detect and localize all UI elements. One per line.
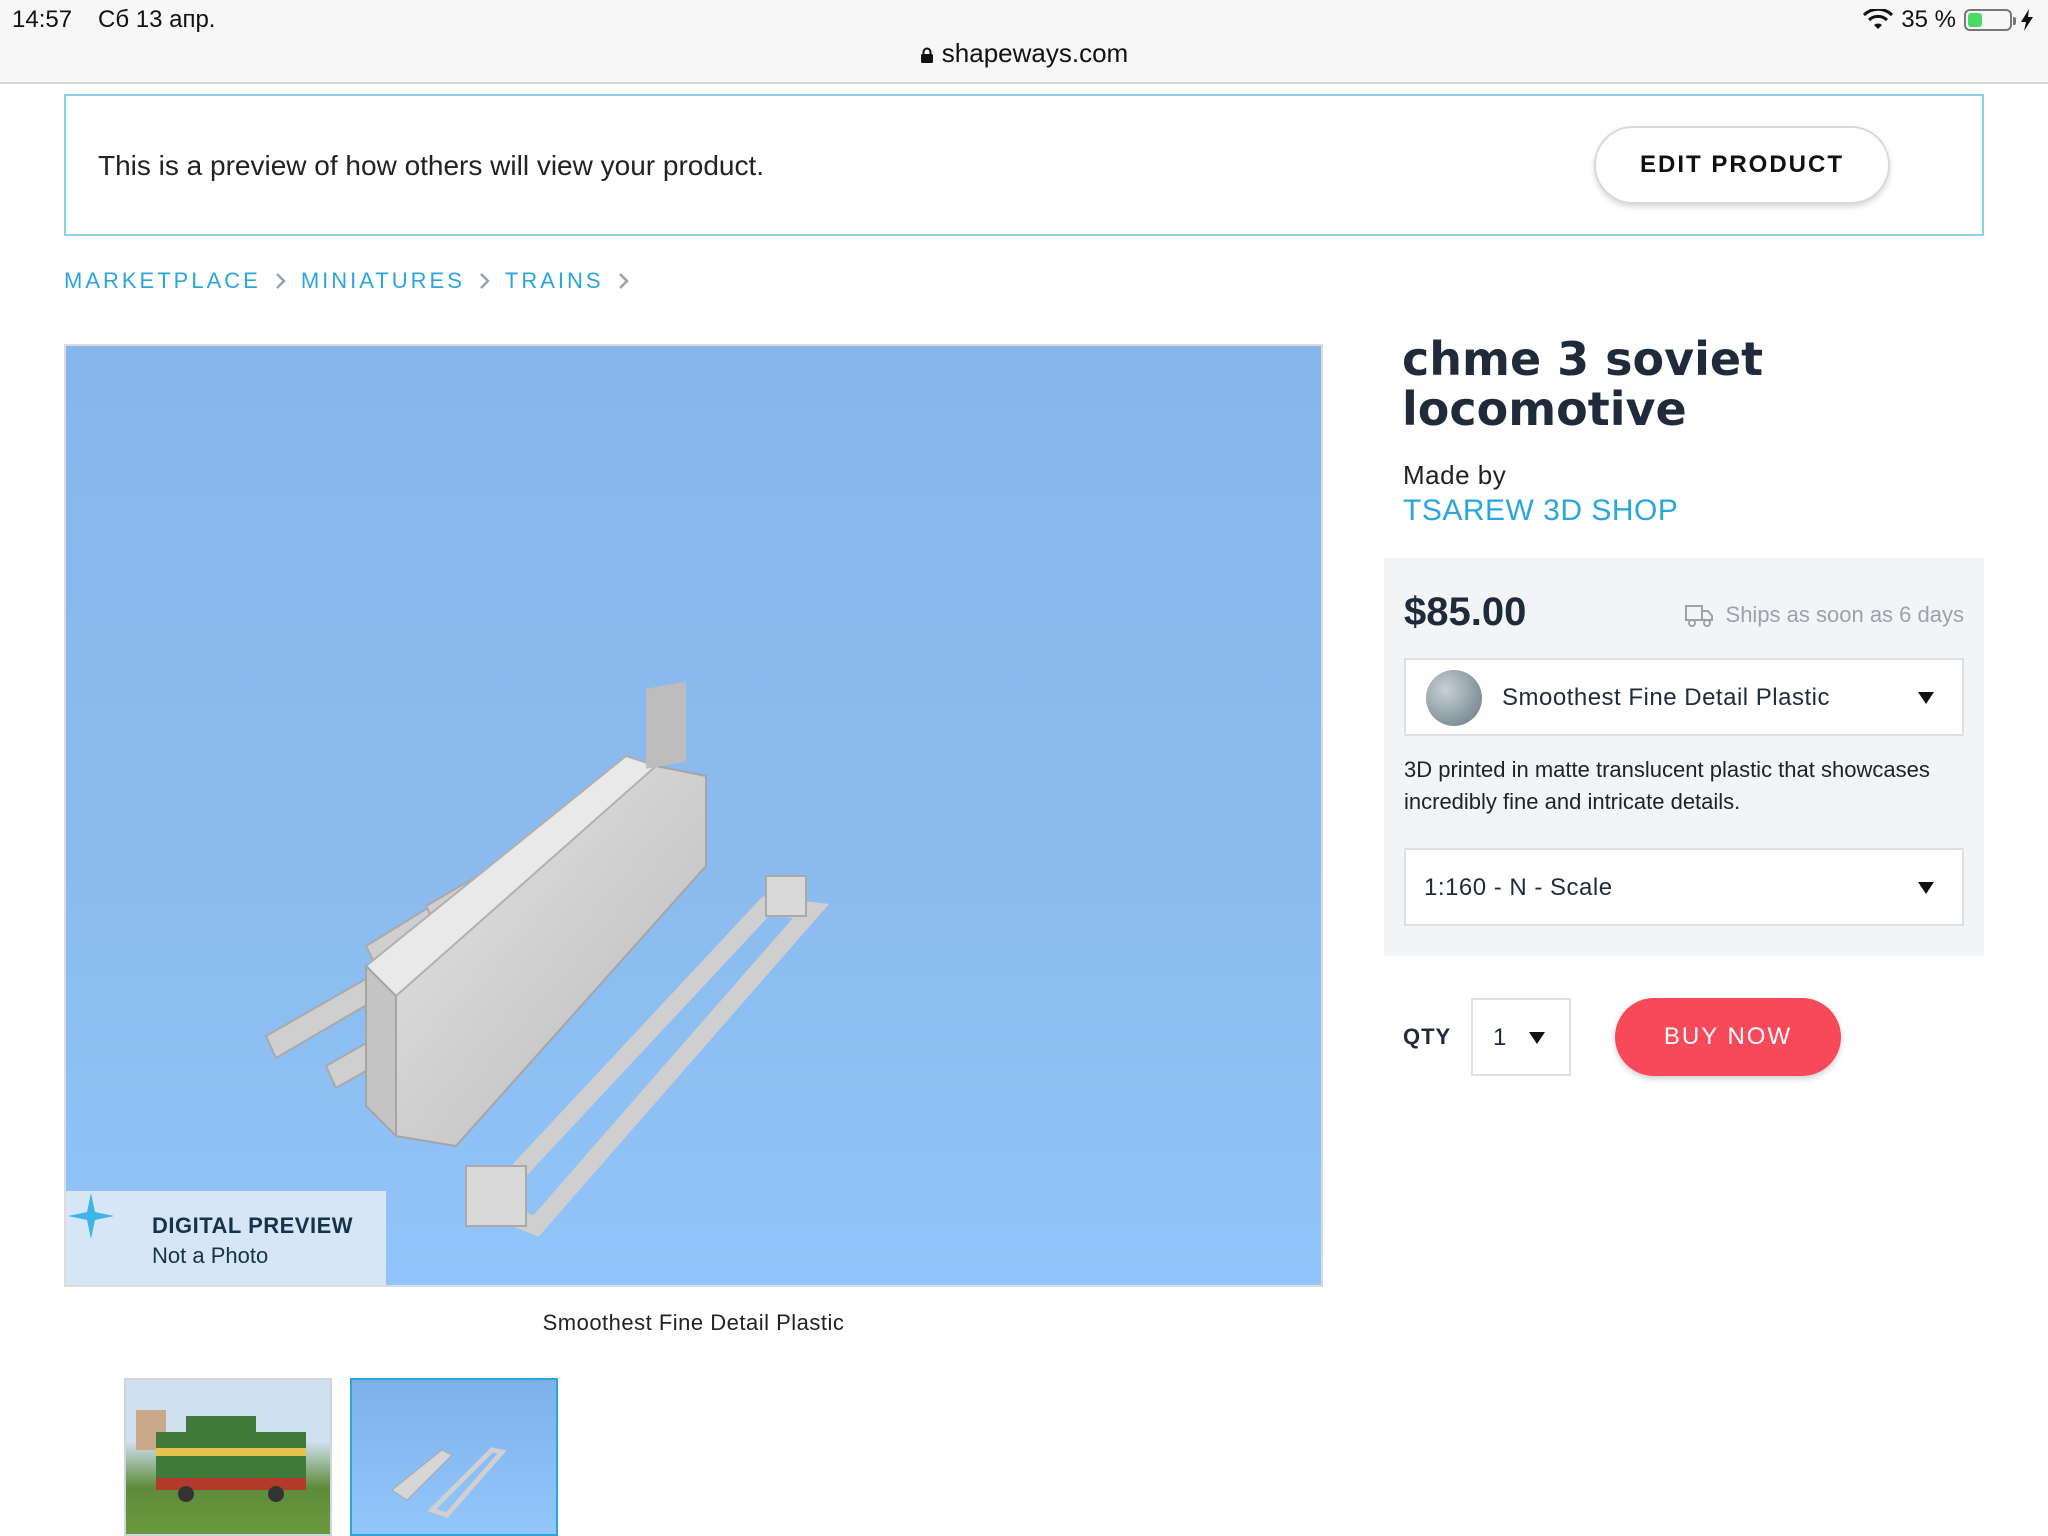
truck-icon <box>1684 605 1713 627</box>
purchase-panel: $85.00 Ships as soon as 6 days Smoothest… <box>1384 558 1984 956</box>
battery-icon <box>1964 9 2016 31</box>
breadcrumb-trains[interactable]: TRAINS <box>505 268 604 294</box>
browser-chrome: 14:57 Сб 13 апр. 35 % shapeways.com <box>0 0 2048 84</box>
locomotive-photo-thumbnail <box>136 1410 306 1502</box>
lock-icon <box>920 47 933 63</box>
edit-product-button[interactable]: EDIT PRODUCT <box>1594 126 1890 204</box>
product-title: chme 3 soviet locomotive <box>1402 332 1764 436</box>
buy-now-button[interactable]: BUY NOW <box>1615 998 1841 1076</box>
material-swatch <box>1426 670 1482 726</box>
url-bar[interactable]: shapeways.com <box>0 38 2048 69</box>
locomotive-render-thumbnail <box>391 1447 507 1518</box>
breadcrumb: MARKETPLACE MINIATURES TRAINS <box>64 268 630 294</box>
image-caption: Smoothest Fine Detail Plastic <box>542 1310 845 1335</box>
scale-select-value: 1:160 - N - Scale <box>1424 874 1613 901</box>
product-main-image[interactable]: DIGITAL PREVIEW Not a Photo <box>64 344 1323 1287</box>
shop-link[interactable]: TSAREW 3D SHOP <box>1403 494 1678 528</box>
digital-preview-badge: DIGITAL PREVIEW Not a Photo <box>66 1191 386 1285</box>
material-select-value: Smoothest Fine Detail Plastic <box>1502 684 1830 711</box>
material-description: 3D printed in matte translucent plastic … <box>1404 757 1930 814</box>
scale-select[interactable]: 1:160 - N - Scale <box>1404 848 1964 926</box>
chevron-right-icon <box>618 273 629 289</box>
made-by-label: Made by <box>1403 460 1507 490</box>
price: $85.00 <box>1404 590 1527 634</box>
breadcrumb-miniatures[interactable]: MINIATURES <box>301 268 465 294</box>
url-text: shapeways.com <box>941 38 1129 68</box>
breadcrumb-marketplace[interactable]: MARKETPLACE <box>64 268 261 294</box>
digital-preview-title: DIGITAL PREVIEW <box>152 1213 354 1238</box>
quantity-value: 1 <box>1493 1024 1507 1051</box>
charging-icon <box>2021 9 2033 31</box>
battery-percent: 35 % <box>1901 6 1956 33</box>
shipping-text: Ships as soon as 6 days <box>1725 602 1964 627</box>
material-select[interactable]: Smoothest Fine Detail Plastic <box>1404 658 1964 736</box>
chevron-right-icon <box>275 273 286 289</box>
status-indicators: 35 % <box>1863 6 2034 34</box>
thumbnail-render[interactable] <box>350 1378 558 1536</box>
preview-notice: This is a preview of how others will vie… <box>64 94 1984 236</box>
chevron-right-icon <box>479 273 490 289</box>
digital-preview-subtitle: Not a Photo <box>152 1243 269 1268</box>
caret-down-icon <box>1529 1032 1545 1044</box>
shipping-info: Ships as soon as 6 days <box>1684 602 1964 628</box>
status-date: Сб 13 апр. <box>98 6 216 33</box>
quantity-select[interactable]: 1 <box>1471 998 1571 1076</box>
caret-down-icon <box>1918 692 1934 704</box>
wifi-icon <box>1863 9 1894 29</box>
sparkle-icon <box>68 1193 114 1239</box>
locomotive-model-render <box>264 681 830 1237</box>
status-time: 14:57 <box>12 6 73 33</box>
preview-notice-text: This is a preview of how others will vie… <box>98 150 765 181</box>
caret-down-icon <box>1918 882 1934 894</box>
thumbnail-photo[interactable] <box>124 1378 332 1536</box>
qty-label: QTY <box>1403 1024 1452 1049</box>
